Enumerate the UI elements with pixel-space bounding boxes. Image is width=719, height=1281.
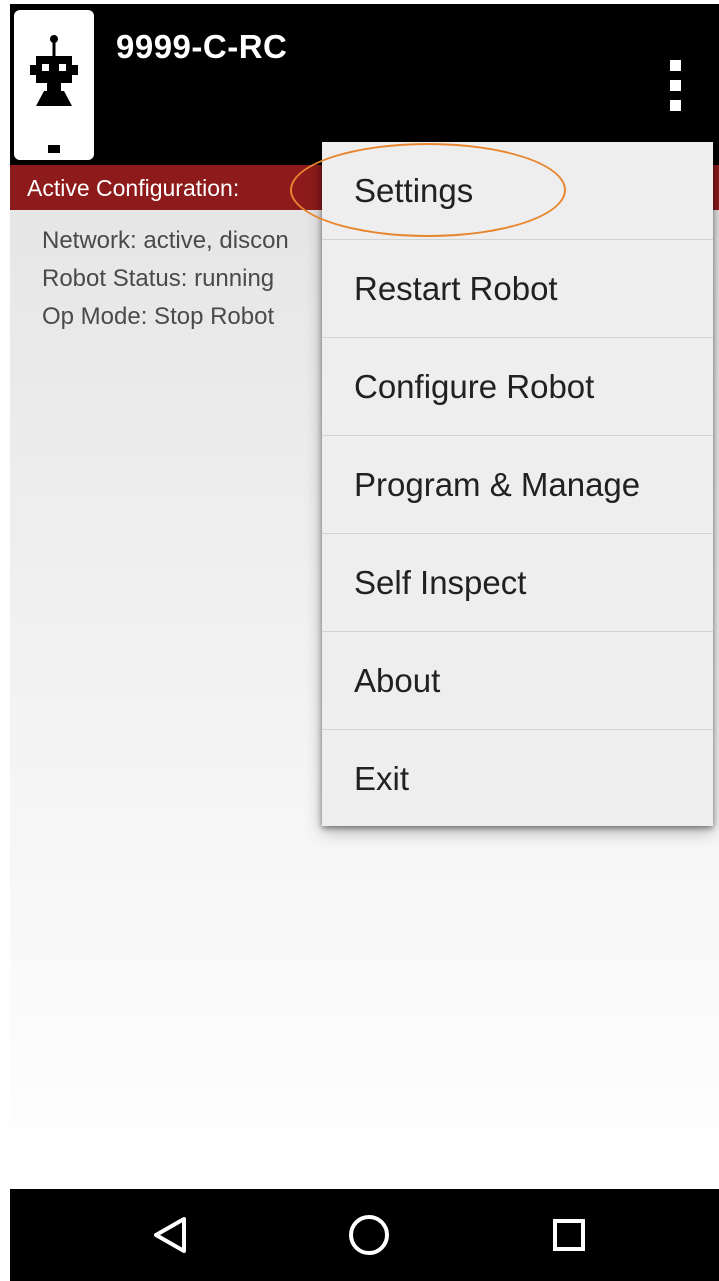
overflow-menu: Settings Restart Robot Configure Robot P… — [322, 142, 713, 826]
menu-item-label: Restart Robot — [354, 270, 558, 307]
network-status: Network: active, discon — [42, 227, 289, 254]
more-vert-icon[interactable] — [655, 54, 695, 124]
menu-item-label: Exit — [354, 760, 410, 797]
active-configuration-label: Active Configuration: — [27, 175, 240, 201]
menu-item-label: Settings — [354, 172, 474, 209]
navigation-bar — [10, 1189, 719, 1281]
menu-item-label: Configure Robot — [354, 368, 595, 405]
menu-item-about[interactable]: About — [322, 632, 713, 730]
op-mode-status: Op Mode: Stop Robot — [42, 303, 275, 330]
menu-item-exit[interactable]: Exit — [322, 730, 713, 827]
robot-status: Robot Status: running — [42, 265, 275, 292]
menu-item-settings[interactable]: Settings — [322, 142, 713, 240]
menu-item-label: About — [354, 662, 441, 699]
back-triangle-icon[interactable] — [140, 1205, 200, 1265]
menu-item-program-manage[interactable]: Program & Manage — [322, 436, 713, 534]
menu-item-label: Program & Manage — [354, 466, 641, 503]
app-title: 9999-C-RC — [116, 28, 288, 65]
screen: 9999-C-RC Active Configuration: Network:… — [10, 0, 719, 1281]
app-bar: 9999-C-RC — [10, 4, 719, 165]
home-circle-icon[interactable] — [339, 1205, 399, 1265]
menu-item-configure-robot[interactable]: Configure Robot — [322, 338, 713, 436]
menu-item-label: Self Inspect — [354, 564, 527, 601]
menu-item-self-inspect[interactable]: Self Inspect — [322, 534, 713, 632]
robot-controller-icon — [14, 10, 94, 160]
recents-square-icon[interactable] — [539, 1205, 599, 1265]
menu-item-restart-robot[interactable]: Restart Robot — [322, 240, 713, 338]
